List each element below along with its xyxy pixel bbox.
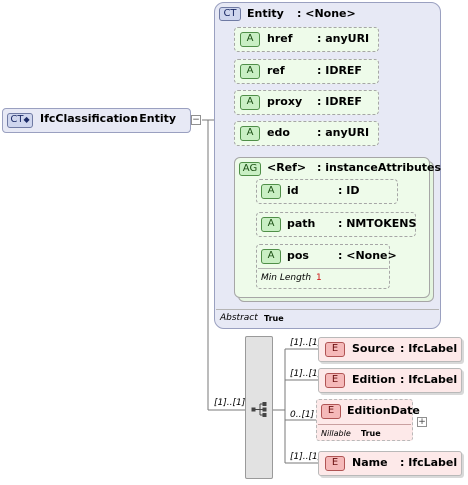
element-name: Source bbox=[352, 342, 395, 355]
attribute-name: pos bbox=[287, 249, 309, 262]
attribute-name: id bbox=[287, 184, 299, 197]
sequence-cardinality: [1]..[1] bbox=[214, 398, 246, 408]
root-name: IfcClassification bbox=[40, 112, 139, 125]
attribute-tag: A bbox=[240, 32, 260, 47]
sequence-compositor-icon bbox=[251, 402, 267, 417]
collapse-toggle[interactable]: − bbox=[191, 115, 201, 125]
attribute-type: : IDREF bbox=[317, 64, 362, 77]
attribute-tag: A bbox=[240, 126, 260, 141]
attribute-tag: A bbox=[240, 64, 260, 79]
element-type: : IfcLabel bbox=[400, 342, 458, 355]
element-tag: E bbox=[325, 456, 345, 471]
attribute-tag: A bbox=[261, 249, 281, 264]
attribute-type: : IDREF bbox=[317, 95, 362, 108]
facet-divider bbox=[258, 268, 388, 269]
element-type: : IfcLabel bbox=[400, 456, 458, 469]
facet-value: 1 bbox=[316, 273, 322, 283]
expand-toggle[interactable]: + bbox=[417, 417, 427, 427]
element-tag: E bbox=[325, 342, 345, 357]
root-type: : Entity bbox=[131, 112, 177, 125]
element-tag: E bbox=[325, 373, 345, 388]
nillable-label: Nillable bbox=[321, 429, 351, 438]
complex-type-tag: CT bbox=[219, 7, 241, 21]
facet-label: Min Length bbox=[261, 273, 312, 283]
attribute-name: path bbox=[287, 217, 316, 230]
complex-type-tag: CT◆ bbox=[7, 113, 33, 128]
element-type: : IfcLabel bbox=[400, 373, 458, 386]
attribute-type: : ID bbox=[338, 184, 360, 197]
abstract-divider bbox=[216, 309, 439, 310]
nillable-value: True bbox=[361, 429, 381, 438]
attribute-type: : anyURI bbox=[317, 126, 370, 139]
element-name: Edition bbox=[352, 373, 396, 386]
attribute-tag: A bbox=[240, 95, 260, 110]
attribute-tag: A bbox=[261, 184, 281, 199]
attribute-group-tag: AG bbox=[239, 162, 261, 176]
element-tag: E bbox=[321, 404, 341, 419]
attribute-group-name: <Ref> bbox=[267, 161, 307, 174]
attribute-name: ref bbox=[267, 64, 285, 77]
attribute-type: : NMTOKENS bbox=[338, 217, 417, 230]
attribute-name: edo bbox=[267, 126, 290, 139]
abstract-label: Abstract bbox=[220, 313, 258, 323]
attribute-name: proxy bbox=[267, 95, 303, 108]
element-cardinality: [1]..[1] bbox=[290, 338, 322, 348]
attribute-type: : <None> bbox=[338, 249, 397, 262]
element-cardinality: [1]..[1] bbox=[290, 452, 322, 462]
attribute-tag: A bbox=[261, 217, 281, 232]
element-name: EditionDate bbox=[347, 404, 420, 417]
element-cardinality: [1]..[1] bbox=[290, 369, 322, 379]
attribute-type: : anyURI bbox=[317, 32, 370, 45]
nillable-divider bbox=[318, 424, 411, 425]
element-name: Name bbox=[352, 456, 388, 469]
entity-name: Entity bbox=[247, 7, 284, 20]
abstract-value: True bbox=[264, 314, 284, 323]
element-cardinality: 0..[1] bbox=[290, 410, 315, 420]
entity-type: : <None> bbox=[297, 7, 356, 20]
attribute-group-type: : instanceAttributes bbox=[317, 161, 442, 174]
attribute-name: href bbox=[267, 32, 293, 45]
